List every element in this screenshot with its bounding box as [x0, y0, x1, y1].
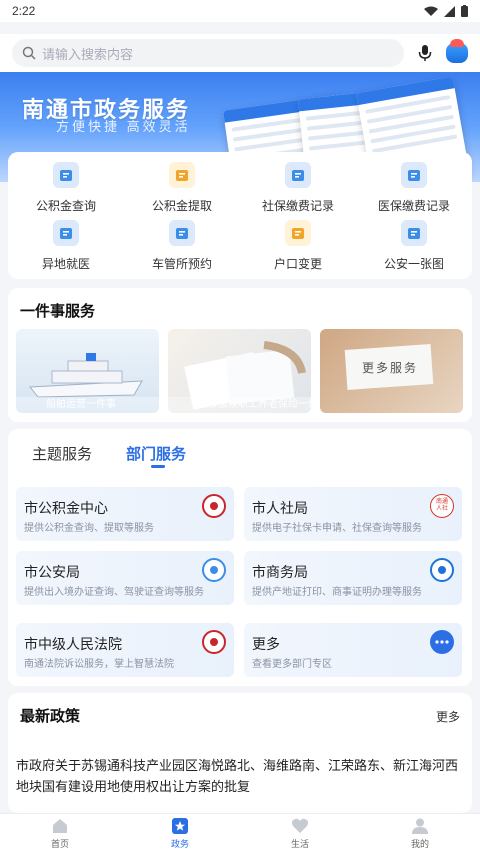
service-tabs: 主题服务 部门服务 [32, 443, 186, 464]
quick-services-grid: 公积金查询 公积金提取 社保缴费记录 医保缴费记录异地就医 车管所预约 户口变更 公安一张图 [8, 152, 472, 278]
gov-icon [172, 818, 188, 834]
more-services-card-text: 更多服务 [362, 361, 419, 375]
nav-item-gov[interactable]: 政务 [120, 814, 240, 853]
fund-center-logo-icon [202, 494, 226, 518]
house-search-icon [53, 162, 79, 188]
department-card: 主题服务 部门服务 市公积金中心 提供公积金查询、提取等服务 市人社局 提供电子社保卡… [8, 429, 472, 686]
quick-service-label: 户口变更 [273, 257, 322, 271]
department-name: 市公积金中心 [24, 500, 108, 516]
one-thing-caption: 转移接续职工养老保险一件事 [168, 397, 311, 413]
heart-icon [291, 818, 309, 833]
policy-card: 最新政策 更多 市政府关于苏锡通科技产业园区海悦路北、海维路南、江荣路东、新江海… [8, 693, 472, 813]
one-thing-item-ship[interactable]: 船舶运营一件事 [16, 329, 159, 413]
status-icons [424, 5, 468, 17]
battery-icon [461, 5, 468, 17]
search-row: 请输入搜索内容 [0, 34, 480, 72]
assistant-icon[interactable] [446, 39, 468, 63]
quick-service-item[interactable]: 异地就医 [8, 220, 124, 278]
policy-more-link[interactable]: 更多 [436, 708, 460, 725]
quick-service-label: 社保缴费记录 [261, 199, 334, 213]
quick-service-item[interactable]: 车管所预约 [124, 220, 240, 278]
status-time: 2:22 [12, 4, 36, 18]
home-icon [53, 819, 67, 833]
police-logo-icon [202, 558, 226, 582]
quick-service-label: 异地就医 [41, 257, 90, 271]
medical-record-icon [401, 162, 427, 188]
bottom-nav: 首页 政务 生活 我的 [0, 813, 480, 853]
department-item[interactable]: 市商务局提供产地证打印、商事证明办理等服务 [244, 551, 462, 605]
quick-service-item[interactable]: 户口变更 [240, 220, 356, 278]
nav-label: 政务 [170, 839, 189, 849]
department-name: 更多 [252, 636, 280, 652]
tab-indicator [151, 465, 165, 468]
department-desc: 提供产地证打印、商事证明办理等服务 [252, 587, 422, 598]
tab-theme-services[interactable]: 主题服务 [32, 443, 92, 464]
department-item[interactable]: 市中级人民法院南通法院诉讼服务，掌上智慧法院 [16, 623, 234, 677]
one-thing-card: 一件事服务 船舶运营一件事 转移接续职工养老保险一件事 更多服务 [8, 288, 472, 422]
policy-item[interactable]: 市政府关于苏锡通科技产业园区海悦路北、海维路南、江荣路东、新江海河西地块国有建设… [16, 755, 466, 797]
quick-service-label: 公积金提取 [151, 199, 212, 213]
nav-label: 首页 [50, 839, 69, 849]
commerce-logo-icon [430, 558, 454, 582]
search-input[interactable]: 请输入搜索内容 [12, 39, 404, 67]
court-logo-icon [202, 630, 226, 654]
policy-title: 最新政策 [20, 708, 81, 725]
house-coin-icon [169, 162, 195, 188]
department-name: 市中级人民法院 [24, 636, 122, 652]
search-icon [22, 46, 36, 60]
car-booking-icon [169, 220, 195, 246]
nav-label: 生活 [290, 839, 309, 849]
social-record-icon [285, 162, 311, 188]
nav-item-home[interactable]: 首页 [0, 814, 120, 853]
department-desc: 提供公积金查询、提取等服务 [24, 523, 154, 534]
quick-service-label: 车管所预约 [151, 257, 212, 271]
tab-department-services[interactable]: 部门服务 [126, 443, 186, 464]
department-item[interactable]: 市公安局提供出入境办证查询、驾驶证查询等服务 [16, 551, 234, 605]
more-icon [430, 630, 454, 654]
user-icon [412, 818, 428, 834]
microphone-icon[interactable] [418, 44, 432, 62]
one-thing-title: 一件事服务 [20, 303, 96, 320]
department-name: 市人社局 [252, 500, 308, 516]
quick-service-label: 公安一张图 [383, 257, 444, 271]
nav-item-mine[interactable]: 我的 [360, 814, 480, 853]
department-desc: 南通法院诉讼服务，掌上智慧法院 [24, 659, 174, 670]
nav-label: 我的 [410, 839, 429, 849]
department-item[interactable]: 市公积金中心提供公积金查询、提取等服务 [16, 487, 234, 541]
department-name: 市公安局 [24, 564, 80, 580]
department-desc: 查看更多部门专区 [252, 659, 332, 670]
status-bar: 2:22 [0, 0, 480, 22]
quick-service-item[interactable]: 公积金提取 [124, 162, 240, 220]
banner-subtitle: 方便快捷 高效灵活 [56, 119, 191, 134]
wifi-icon [424, 6, 438, 16]
quick-service-label: 医保缴费记录 [377, 199, 450, 213]
department-item[interactable]: 市人社局提供电子社保卡申请、社保查询等服务 南通 人社 [244, 487, 462, 541]
hrss-logo-icon: 南通 人社 [430, 494, 454, 518]
quick-service-item[interactable]: 社保缴费记录 [240, 162, 356, 220]
quick-service-item[interactable]: 医保缴费记录 [356, 162, 472, 220]
nav-item-life[interactable]: 生活 [240, 814, 360, 853]
quick-service-item[interactable]: 公积金查询 [8, 162, 124, 220]
department-desc: 提供电子社保卡申请、社保查询等服务 [252, 523, 422, 534]
household-icon [285, 220, 311, 246]
one-thing-caption: 船舶运营一件事 [16, 397, 159, 413]
department-name: 市商务局 [252, 564, 308, 580]
one-thing-item-more[interactable]: 更多服务 [320, 329, 463, 413]
quick-service-item[interactable]: 公安一张图 [356, 220, 472, 278]
department-desc: 提供出入境办证查询、驾驶证查询等服务 [24, 587, 204, 598]
department-item[interactable]: 更多查看更多部门专区 [244, 623, 462, 677]
quick-service-label: 公积金查询 [35, 199, 96, 213]
search-placeholder: 请输入搜索内容 [42, 46, 134, 62]
remote-medical-icon [53, 220, 79, 246]
police-map-icon [401, 220, 427, 246]
one-thing-item-pension[interactable]: 转移接续职工养老保险一件事 [168, 329, 311, 413]
quick-services-card: 公积金查询 公积金提取 社保缴费记录 医保缴费记录异地就医 车管所预约 户口变更 公安一张图 [8, 152, 472, 279]
signal-icon [444, 5, 455, 17]
